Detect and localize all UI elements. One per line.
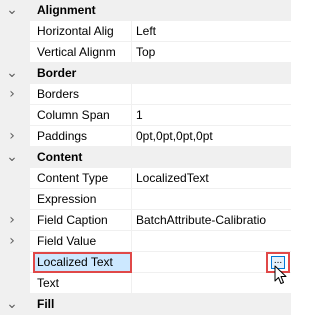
- property-name: Field Caption: [37, 213, 108, 227]
- property-name: Localized Text: [37, 255, 113, 269]
- category-label: Fill: [37, 297, 55, 311]
- property-name: Borders: [37, 87, 80, 101]
- category-border[interactable]: ⌄ Border: [0, 63, 291, 84]
- property-row-borders[interactable]: › Borders: [0, 84, 291, 105]
- property-row-field-caption[interactable]: › Field Caption BatchAttribute-Calibrati…: [0, 210, 291, 231]
- row-gutter: [0, 42, 30, 62]
- row-gutter: [0, 273, 30, 293]
- property-value[interactable]: [136, 189, 291, 209]
- selected-property-name-highlight[interactable]: Localized Text: [33, 252, 132, 273]
- row-gutter: [0, 21, 30, 41]
- column-divider[interactable]: [131, 168, 132, 188]
- category-alignment[interactable]: ⌄ Alignment: [0, 0, 291, 21]
- row-gutter: [0, 168, 30, 188]
- property-row-text[interactable]: Text: [0, 273, 291, 294]
- property-name: Field Value: [37, 234, 97, 248]
- column-divider[interactable]: [131, 84, 132, 104]
- property-row-horizontal-alignment[interactable]: Horizontal Alig Left: [0, 21, 291, 42]
- property-row-vertical-alignment[interactable]: Vertical Alignm Top: [0, 42, 291, 63]
- property-row-content-type[interactable]: Content Type LocalizedText: [0, 168, 291, 189]
- property-name: Expression: [37, 192, 97, 206]
- chevron-down-icon[interactable]: ⌄: [3, 294, 21, 315]
- chevron-down-icon[interactable]: ⌄: [3, 147, 21, 168]
- property-value[interactable]: [136, 231, 291, 251]
- property-value[interactable]: Top: [136, 42, 291, 62]
- chevron-right-icon[interactable]: ›: [3, 84, 21, 105]
- chevron-down-icon[interactable]: ⌄: [3, 63, 21, 84]
- property-row-localized-text[interactable]: Localized Text ...: [0, 252, 291, 284]
- property-row-column-span[interactable]: Column Span 1: [0, 105, 291, 126]
- property-value[interactable]: 0pt,0pt,0pt,0pt: [136, 126, 291, 146]
- property-row-paddings[interactable]: › Paddings 0pt,0pt,0pt,0pt: [0, 126, 291, 147]
- column-divider[interactable]: [131, 231, 132, 251]
- category-label: Content: [37, 150, 83, 164]
- category-content[interactable]: ⌄ Content: [0, 147, 291, 168]
- ellipsis-button-highlight: ...: [266, 252, 290, 273]
- property-grid: ⌄ Alignment Horizontal Alig Left Vertica…: [0, 0, 291, 336]
- column-divider[interactable]: [131, 210, 132, 230]
- category-label: Alignment: [37, 3, 96, 17]
- property-name: Content Type: [37, 171, 109, 185]
- property-value[interactable]: Left: [136, 21, 291, 41]
- column-divider[interactable]: [131, 21, 132, 41]
- property-value[interactable]: [136, 84, 291, 104]
- category-label: Border: [37, 66, 77, 80]
- property-value[interactable]: LocalizedText: [136, 168, 291, 188]
- row-gutter: [0, 252, 30, 272]
- column-divider[interactable]: [131, 189, 132, 209]
- row-gutter: [0, 189, 30, 209]
- ellipsis-button[interactable]: ...: [271, 256, 285, 269]
- property-value[interactable]: BatchAttribute-Calibratio: [136, 210, 291, 230]
- chevron-right-icon[interactable]: ›: [3, 210, 21, 231]
- category-fill[interactable]: ⌄ Fill: [0, 294, 291, 315]
- column-divider[interactable]: [131, 126, 132, 146]
- column-divider[interactable]: [131, 273, 132, 293]
- property-row-field-value[interactable]: › Field Value: [0, 231, 291, 252]
- property-value[interactable]: 1: [136, 105, 291, 125]
- property-name: Paddings: [37, 129, 88, 143]
- property-value[interactable]: [136, 273, 291, 293]
- chevron-right-icon[interactable]: ›: [3, 231, 21, 252]
- property-name: Text: [37, 276, 60, 290]
- column-divider[interactable]: [131, 42, 132, 62]
- chevron-right-icon[interactable]: ›: [3, 126, 21, 147]
- column-divider[interactable]: [131, 105, 132, 125]
- property-name: Horizontal Alig: [37, 24, 114, 38]
- chevron-down-icon[interactable]: ⌄: [3, 0, 21, 21]
- row-gutter: [0, 105, 30, 125]
- property-name: Column Span: [37, 108, 110, 122]
- property-name: Vertical Alignm: [37, 45, 116, 59]
- property-row-expression[interactable]: Expression: [0, 189, 291, 210]
